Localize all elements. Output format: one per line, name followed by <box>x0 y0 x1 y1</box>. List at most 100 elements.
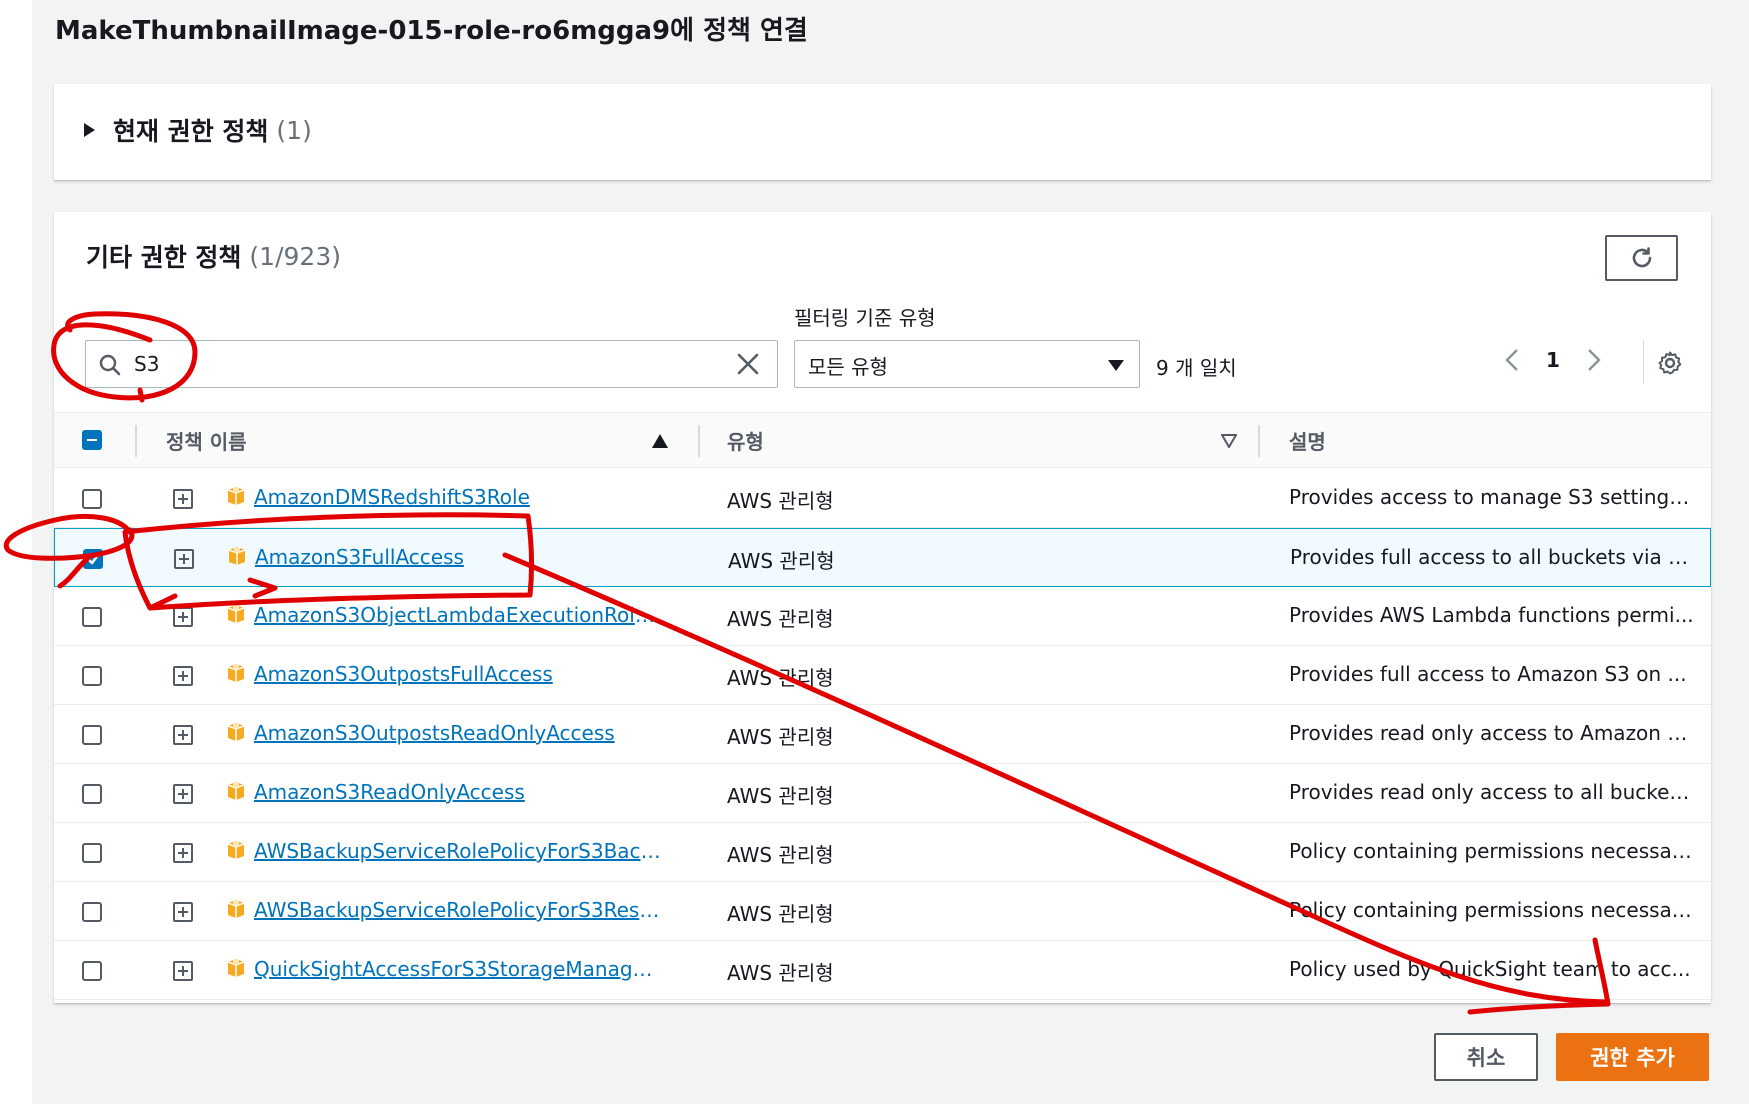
policy-package-icon <box>228 547 246 565</box>
policy-name-link[interactable]: QuickSightAccessForS3StorageManagem... <box>254 957 664 981</box>
policy-name-link[interactable]: AmazonS3OutpostsReadOnlyAccess <box>254 721 615 745</box>
row-checkbox[interactable] <box>82 843 102 863</box>
table-row[interactable]: AmazonS3ReadOnlyAccess AWS 관리형 Provides re… <box>54 764 1711 823</box>
expand-icon[interactable] <box>173 784 193 804</box>
search-icon <box>99 354 121 376</box>
table-row[interactable]: AmazonS3OutpostsFullAccess AWS 관리형 Provide… <box>54 646 1711 705</box>
policy-name-link[interactable]: AWSBackupServiceRolePolicyForS3Restore <box>254 898 664 922</box>
column-divider <box>1258 425 1260 457</box>
divider <box>1643 340 1644 384</box>
row-checkbox[interactable] <box>83 549 103 569</box>
column-divider <box>698 425 700 457</box>
add-permissions-button[interactable]: 권한 추가 <box>1556 1033 1709 1081</box>
policy-package-icon <box>227 605 245 623</box>
other-policies-title: 기타 권한 정책 <box>86 243 242 272</box>
row-checkbox[interactable] <box>82 784 102 804</box>
cancel-button[interactable]: 취소 <box>1434 1033 1538 1081</box>
table-header: 정책 이름 유형 설명 <box>54 412 1711 468</box>
other-policies-count: (1/923) <box>249 241 341 271</box>
expand-icon[interactable] <box>173 843 193 863</box>
policy-name-link[interactable]: AmazonS3OutpostsFullAccess <box>254 662 553 686</box>
policy-type: AWS 관리형 <box>727 666 834 690</box>
current-policies-count: (1) <box>276 115 312 145</box>
policy-package-icon <box>227 959 245 977</box>
other-policies-panel: 기타 권한 정책 (1/923) 필터링 기준 유형 모든 유형 9 개 일치 … <box>54 212 1711 1003</box>
close-icon[interactable] <box>736 352 760 376</box>
expand-icon[interactable] <box>173 961 193 981</box>
row-checkbox[interactable] <box>82 666 102 686</box>
table-row[interactable]: AWSBackupServiceRolePolicyForS3Restore AW… <box>54 882 1711 941</box>
policy-description: Provides access to manage S3 settings ..… <box>1289 485 1694 509</box>
policy-name-link[interactable]: AmazonDMSRedshiftS3Role <box>254 485 530 509</box>
policy-type: AWS 관리형 <box>727 843 834 867</box>
table-row[interactable]: QuickSightAccessForS3StorageManagem... AW… <box>54 941 1711 1000</box>
policy-type: AWS 관리형 <box>727 607 834 631</box>
current-policies-title: 현재 권한 정책 <box>113 117 269 146</box>
column-header-name[interactable]: 정책 이름 <box>166 426 247 455</box>
column-header-description: 설명 <box>1289 430 1326 454</box>
refresh-icon <box>1632 247 1651 268</box>
policy-package-icon <box>227 487 245 505</box>
filter-type-label: 필터링 기준 유형 <box>794 306 936 330</box>
column-header-type[interactable]: 유형 <box>727 426 764 455</box>
column-divider <box>135 425 137 457</box>
policy-type: AWS 관리형 <box>727 489 834 513</box>
expand-icon[interactable] <box>173 902 193 922</box>
policy-description: Provides read only access to all bucket.… <box>1289 780 1694 804</box>
checkmark-icon <box>86 553 100 565</box>
policy-name-link[interactable]: AmazonS3ObjectLambdaExecutionRoleP... <box>254 603 664 627</box>
caret-right-icon <box>84 123 95 137</box>
row-checkbox[interactable] <box>82 902 102 922</box>
expand-icon[interactable] <box>173 666 193 686</box>
policy-type: AWS 관리형 <box>727 902 834 926</box>
page-number[interactable]: 1 <box>1546 348 1560 372</box>
search-field[interactable] <box>85 340 778 388</box>
page-title: MakeThumbnailImage-015-role-ro6mgga9에 정책… <box>55 16 808 46</box>
policy-description: Provides full access to Amazon S3 on ... <box>1289 662 1687 686</box>
table-row[interactable]: AmazonS3FullAccess AWS 관리형 Provides full a… <box>54 528 1711 587</box>
policy-package-icon <box>227 782 245 800</box>
policy-package-icon <box>227 664 245 682</box>
row-checkbox[interactable] <box>82 489 102 509</box>
policy-description: Provides AWS Lambda functions permi... <box>1289 603 1694 627</box>
policy-description: Policy used by QuickSight team to acc... <box>1289 957 1691 981</box>
current-policies-toggle[interactable]: 현재 권한 정책 (1) <box>84 112 312 148</box>
policy-package-icon <box>227 900 245 918</box>
expand-icon[interactable] <box>174 549 194 569</box>
filter-type-select[interactable]: 모든 유형 <box>794 340 1140 388</box>
row-checkbox[interactable] <box>82 725 102 745</box>
caret-down-icon <box>1108 360 1124 371</box>
select-all-checkbox[interactable] <box>82 430 102 450</box>
sort-ascending-icon[interactable] <box>652 434 668 448</box>
current-policies-panel: 현재 권한 정책 (1) <box>54 84 1711 180</box>
policy-name-link[interactable]: AmazonS3FullAccess <box>255 545 464 569</box>
expand-icon[interactable] <box>173 607 193 627</box>
policy-package-icon <box>227 723 245 741</box>
policy-description: Provides full access to all buckets via … <box>1290 545 1695 569</box>
filter-type-select-value: 모든 유형 <box>808 355 888 379</box>
policy-name-link[interactable]: AWSBackupServiceRolePolicyForS3Backup <box>254 839 664 863</box>
table-row[interactable]: AmazonS3ObjectLambdaExecutionRoleP... AWS… <box>54 587 1711 646</box>
row-checkbox[interactable] <box>82 607 102 627</box>
policy-type: AWS 관리형 <box>727 961 834 985</box>
search-input[interactable] <box>134 349 694 379</box>
other-policies-header: 기타 권한 정책 (1/923) <box>86 238 341 274</box>
row-checkbox[interactable] <box>82 961 102 981</box>
table-row[interactable]: AmazonDMSRedshiftS3Role AWS 관리형 Provides a… <box>54 469 1711 528</box>
refresh-button[interactable] <box>1605 235 1678 281</box>
policy-description: Provides read only access to Amazon S... <box>1289 721 1694 745</box>
policy-type: AWS 관리형 <box>727 784 834 808</box>
expand-icon[interactable] <box>173 489 193 509</box>
table-row[interactable]: AmazonS3OutpostsReadOnlyAccess AWS 관리형 Pro… <box>54 705 1711 764</box>
table-row[interactable]: AWSBackupServiceRolePolicyForS3Backup AWS… <box>54 823 1711 882</box>
chevron-left-icon[interactable] <box>1504 347 1520 373</box>
expand-icon[interactable] <box>173 725 193 745</box>
policy-description: Policy containing permissions necessar..… <box>1289 898 1694 922</box>
sort-descending-icon[interactable] <box>1221 434 1237 448</box>
chevron-right-icon[interactable] <box>1586 347 1602 373</box>
pagination: 1 <box>1504 347 1602 373</box>
policy-type: AWS 관리형 <box>727 725 834 749</box>
gear-icon[interactable] <box>1657 350 1683 376</box>
policy-name-link[interactable]: AmazonS3ReadOnlyAccess <box>254 780 525 804</box>
match-count: 9 개 일치 <box>1156 356 1237 380</box>
